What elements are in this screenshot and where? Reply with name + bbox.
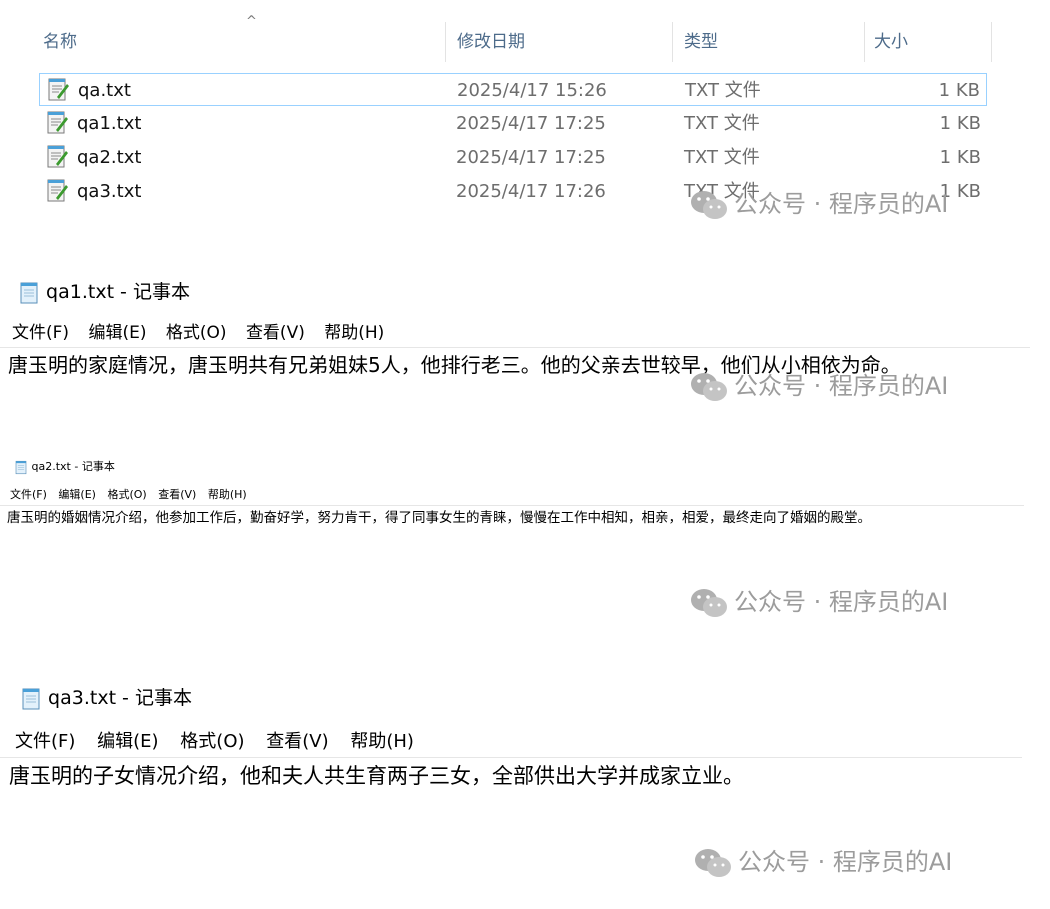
file-modified: 2025/4/17 17:25 — [456, 113, 606, 134]
notepad-icon — [22, 688, 40, 709]
notepad-window-qa2: qa2.txt - 记事本 文件(F) 编辑(E) 格式(O) 查看(V) 帮助… — [0, 458, 1050, 538]
menu-help[interactable]: 帮助(H) — [350, 729, 414, 755]
column-header-name[interactable]: 名称 — [43, 29, 77, 55]
text-file-icon — [48, 78, 69, 101]
menu-bar: 文件(F) 编辑(E) 格式(O) 查看(V) 帮助(H) — [10, 487, 247, 503]
menu-edit[interactable]: 编辑(E) — [88, 321, 146, 345]
notepad-icon — [15, 460, 27, 474]
watermark-text: 公众号 · 程序员的AI — [734, 190, 949, 218]
column-divider[interactable] — [864, 22, 865, 62]
file-size: 1 KB — [939, 113, 981, 134]
column-divider[interactable] — [991, 22, 992, 62]
window-title-bar: qa2.txt - 记事本 — [14, 458, 115, 476]
watermark-text: 公众号 · 程序员的AI — [738, 848, 953, 876]
file-row-qa1[interactable]: qa1.txt 2025/4/17 17:25 TXT 文件 1 KB — [39, 107, 987, 140]
text-file-icon — [47, 179, 68, 202]
wechat-icon — [691, 191, 727, 219]
file-modified: 2025/4/17 15:26 — [457, 80, 607, 101]
menu-divider — [0, 347, 1030, 348]
menu-edit[interactable]: 编辑(E) — [58, 487, 96, 503]
file-size: 1 KB — [939, 147, 981, 168]
text-content[interactable]: 唐玉明的婚姻情况介绍，他参加工作后，勤奋好学，努力肯干，得了同事女生的青睐，慢慢… — [7, 508, 871, 528]
menu-view[interactable]: 查看(V) — [246, 321, 305, 345]
watermark: 公众号 · 程序员的AI — [690, 184, 948, 220]
column-header-modified[interactable]: 修改日期 — [457, 29, 525, 55]
menu-divider — [0, 505, 1024, 506]
menu-bar: 文件(F) 编辑(E) 格式(O) 查看(V) 帮助(H) — [12, 321, 384, 345]
file-name: qa1.txt — [77, 113, 142, 134]
wechat-icon — [691, 589, 727, 617]
file-name: qa.txt — [78, 80, 131, 101]
menu-help[interactable]: 帮助(H) — [324, 321, 384, 345]
watermark-text: 公众号 · 程序员的AI — [734, 372, 949, 400]
menu-edit[interactable]: 编辑(E) — [97, 729, 158, 755]
wechat-icon — [691, 373, 727, 401]
column-header-size[interactable]: 大小 — [874, 29, 908, 55]
text-content[interactable]: 唐玉明的子女情况介绍，他和夫人共生育两子三女，全部供出大学并成家立业。 — [9, 760, 744, 792]
menu-divider — [0, 757, 1022, 758]
window-title-bar: qa3.txt - 记事本 — [20, 684, 192, 712]
watermark: 公众号 · 程序员的AI — [690, 366, 948, 402]
wechat-icon — [695, 849, 731, 877]
text-file-icon — [47, 145, 68, 168]
menu-file[interactable]: 文件(F) — [12, 321, 69, 345]
file-modified: 2025/4/17 17:25 — [456, 147, 606, 168]
window-title-bar: qa1.txt - 记事本 — [18, 278, 190, 306]
file-name: qa3.txt — [77, 181, 142, 202]
text-file-icon — [47, 111, 68, 134]
notepad-icon — [20, 282, 38, 303]
file-name: qa2.txt — [77, 147, 142, 168]
file-row-qa[interactable]: qa.txt 2025/4/17 15:26 TXT 文件 1 KB — [39, 73, 987, 106]
menu-view[interactable]: 查看(V) — [158, 487, 196, 503]
menu-format[interactable]: 格式(O) — [180, 729, 244, 755]
file-type: TXT 文件 — [685, 80, 761, 101]
window-title: qa2.txt - 记事本 — [31, 460, 115, 473]
menu-file[interactable]: 文件(F) — [15, 729, 75, 755]
sort-ascending-icon: ^ — [246, 14, 257, 29]
file-size: 1 KB — [938, 80, 980, 101]
menu-help[interactable]: 帮助(H) — [208, 487, 247, 503]
menu-format[interactable]: 格式(O) — [107, 487, 146, 503]
menu-bar: 文件(F) 编辑(E) 格式(O) 查看(V) 帮助(H) — [15, 729, 414, 755]
window-title: qa1.txt - 记事本 — [46, 281, 190, 303]
file-modified: 2025/4/17 17:26 — [456, 181, 606, 202]
column-divider[interactable] — [672, 22, 673, 62]
menu-file[interactable]: 文件(F) — [10, 487, 47, 503]
column-header-type[interactable]: 类型 — [684, 29, 718, 55]
file-type: TXT 文件 — [684, 147, 760, 168]
watermark: 公众号 · 程序员的AI — [690, 582, 948, 618]
notepad-window-qa3: qa3.txt - 记事本 文件(F) 编辑(E) 格式(O) 查看(V) 帮助… — [0, 684, 1050, 804]
file-type: TXT 文件 — [684, 113, 760, 134]
menu-view[interactable]: 查看(V) — [266, 729, 328, 755]
column-divider[interactable] — [445, 22, 446, 62]
watermark-text: 公众号 · 程序员的AI — [734, 588, 949, 616]
window-title: qa3.txt - 记事本 — [48, 687, 192, 709]
menu-format[interactable]: 格式(O) — [166, 321, 227, 345]
file-row-qa2[interactable]: qa2.txt 2025/4/17 17:25 TXT 文件 1 KB — [39, 141, 987, 174]
watermark: 公众号 · 程序员的AI — [694, 842, 952, 878]
